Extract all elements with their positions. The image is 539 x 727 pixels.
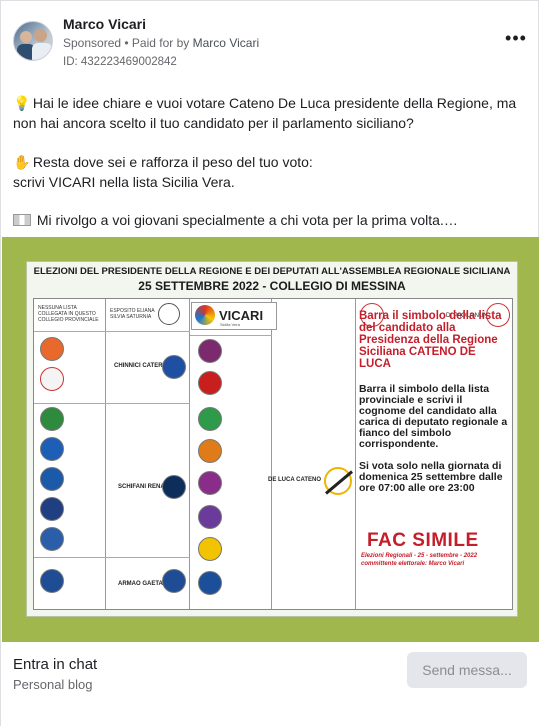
- ballot-note: NESSUNA LISTA COLLEGATA IN QUESTO COLLEG…: [38, 305, 99, 323]
- author-avatar[interactable]: [13, 21, 53, 61]
- post-paragraph: Mi rivolgo a voi giovani specialmente a …: [13, 210, 528, 230]
- vicari-sublabel: Sicilia Vera: [220, 322, 240, 327]
- party-logo-icon: [198, 339, 222, 363]
- party-logo-icon: [198, 505, 222, 529]
- party-logo-icon: [198, 537, 222, 561]
- ballot-facsimile: ELEZIONI DEL PRESIDENTE DELLA REGIONE E …: [26, 261, 518, 617]
- paragraph-text: scrivi VICARI nella lista Sicilia Vera.: [13, 174, 235, 190]
- party-logo-icon: [40, 367, 64, 391]
- post-meta: Sponsored • Paid for by Marco Vicari: [63, 36, 259, 50]
- fac-simile-subtitle: Elezioni Regionali - 25 - settembre - 20…: [361, 553, 478, 567]
- post-body: 💡 Hai le idee chiare e vuoi votare Caten…: [13, 93, 528, 249]
- footer-title[interactable]: Entra in chat: [13, 656, 97, 673]
- footer-subtitle: Personal blog: [13, 677, 93, 692]
- party-logo-icon: [162, 569, 186, 593]
- hand-icon: ✋: [13, 154, 31, 170]
- sponsored-label: Sponsored: [63, 36, 122, 50]
- voting-hours: Si vota solo nella giornata di domenica …: [359, 460, 503, 494]
- flag-icon: [13, 214, 31, 226]
- party-logo-icon: [162, 475, 186, 499]
- ad-id: ID: 432223469002842: [63, 56, 177, 68]
- post-paragraph: ✋ Resta dove sei e rafforza il peso del …: [13, 152, 528, 192]
- paid-for-name[interactable]: Marco Vicari: [193, 36, 259, 50]
- party-logo-icon: [198, 371, 222, 395]
- candidate-name: DE LUCA CATENO: [268, 477, 321, 483]
- party-logo-icon: [198, 471, 222, 495]
- party-logo-icon: [40, 407, 64, 431]
- party-logo-icon: [40, 497, 64, 521]
- sicilia-vera-logo-icon: [195, 305, 215, 325]
- party-logo-icon: [162, 355, 186, 379]
- party-logo-icon: [40, 337, 64, 361]
- sponsored-post-card: Marco Vicari Sponsored • Paid for by Mar…: [0, 0, 539, 727]
- ballot-row-divider: [34, 403, 190, 404]
- instruction-dark: Barra il simbolo della lista provinciale…: [359, 383, 508, 450]
- send-message-button[interactable]: Send messa...: [407, 652, 527, 688]
- party-logo-icon: [324, 467, 352, 495]
- ballot-row-divider: [34, 557, 190, 558]
- vicari-list-symbol: VICARI Sicilia Vera: [191, 302, 277, 330]
- more-horizontal-icon[interactable]: •••: [504, 29, 528, 51]
- post-paragraph: 💡 Hai le idee chiare e vuoi votare Caten…: [13, 93, 528, 133]
- party-logo-icon: [40, 467, 64, 491]
- fac-simile-label: FAC SIMILE: [367, 530, 479, 551]
- ballot-row-divider: [34, 331, 190, 332]
- party-logo-icon: [198, 407, 222, 431]
- post-footer: Entra in chat Personal blog Send messa..…: [1, 642, 539, 727]
- vicari-label: VICARI: [219, 308, 264, 323]
- ballot-row-divider: [190, 335, 272, 336]
- ballot-column: [272, 299, 356, 609]
- ballot-title: ELEZIONI DEL PRESIDENTE DELLA REGIONE E …: [33, 266, 511, 277]
- ballot-column: [106, 299, 190, 609]
- instruction-red: Barra il simbolo della lista del candida…: [359, 310, 502, 370]
- party-logo-icon: [158, 303, 180, 325]
- paid-for-prefix: • Paid for by: [124, 36, 190, 50]
- party-logo-icon: [40, 437, 64, 461]
- ballot-subtitle: 25 SETTEMBRE 2022 - COLLEGIO DI MESSINA: [138, 279, 406, 293]
- paragraph-text: Resta dove sei e rafforza il peso del tu…: [32, 154, 313, 170]
- paragraph-text: Mi rivolgo a voi giovani specialmente a …: [36, 212, 458, 228]
- party-logo-icon: [40, 527, 64, 551]
- lightbulb-icon: 💡: [13, 95, 31, 111]
- party-logo-icon: [198, 571, 222, 595]
- ad-image[interactable]: ELEZIONI DEL PRESIDENTE DELLA REGIONE E …: [2, 237, 539, 642]
- post-header: Marco Vicari Sponsored • Paid for by Mar…: [13, 15, 528, 71]
- party-logo-icon: [198, 439, 222, 463]
- author-name[interactable]: Marco Vicari: [63, 16, 146, 32]
- paragraph-text: Hai le idee chiare e vuoi votare Cateno …: [13, 95, 517, 131]
- party-logo-icon: [40, 569, 64, 593]
